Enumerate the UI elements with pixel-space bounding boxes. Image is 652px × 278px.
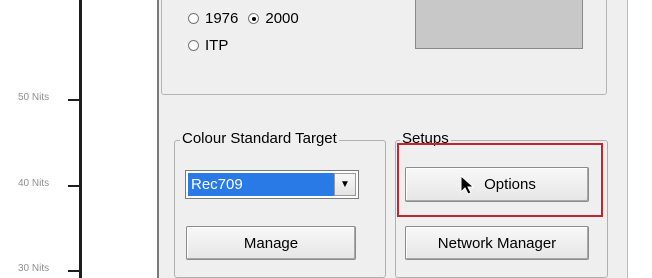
colour-standard-select[interactable]: Rec709 ▼ — [185, 170, 359, 199]
luminance-axis-area: 50 Nits 40 Nits 30 Nits — [0, 0, 160, 278]
axis-label-40: 40 Nits — [18, 178, 50, 189]
radio-itp-label: ITP — [205, 37, 229, 54]
axis-line — [79, 0, 82, 278]
preview-box — [415, 0, 583, 49]
radio-1976[interactable] — [188, 13, 199, 24]
options-button-label: Options — [484, 176, 536, 193]
radio-row-2: ITP — [188, 37, 228, 54]
axis-tick-30 — [68, 270, 81, 272]
radio-2000-label: 2000 — [265, 10, 299, 27]
radio-row-1: 1976 2000 — [188, 10, 299, 27]
radio-itp[interactable] — [188, 40, 199, 51]
axis-label-30: 30 Nits — [18, 263, 50, 274]
axis-label-50: 50 Nits — [18, 92, 50, 103]
colour-standard-target-title: Colour Standard Target — [180, 130, 339, 148]
chevron-down-icon[interactable]: ▼ — [334, 173, 356, 196]
manage-button[interactable]: Manage — [186, 226, 356, 260]
radio-1976-label: 1976 — [205, 10, 239, 27]
cursor-arrow-icon — [460, 174, 475, 195]
network-manager-button[interactable]: Network Manager — [405, 226, 589, 260]
colour-standard-value: Rec709 — [188, 173, 334, 196]
options-button[interactable]: Options — [405, 167, 589, 202]
axis-tick-50 — [68, 99, 81, 101]
axis-tick-40 — [68, 185, 81, 187]
radio-2000[interactable] — [248, 13, 260, 24]
